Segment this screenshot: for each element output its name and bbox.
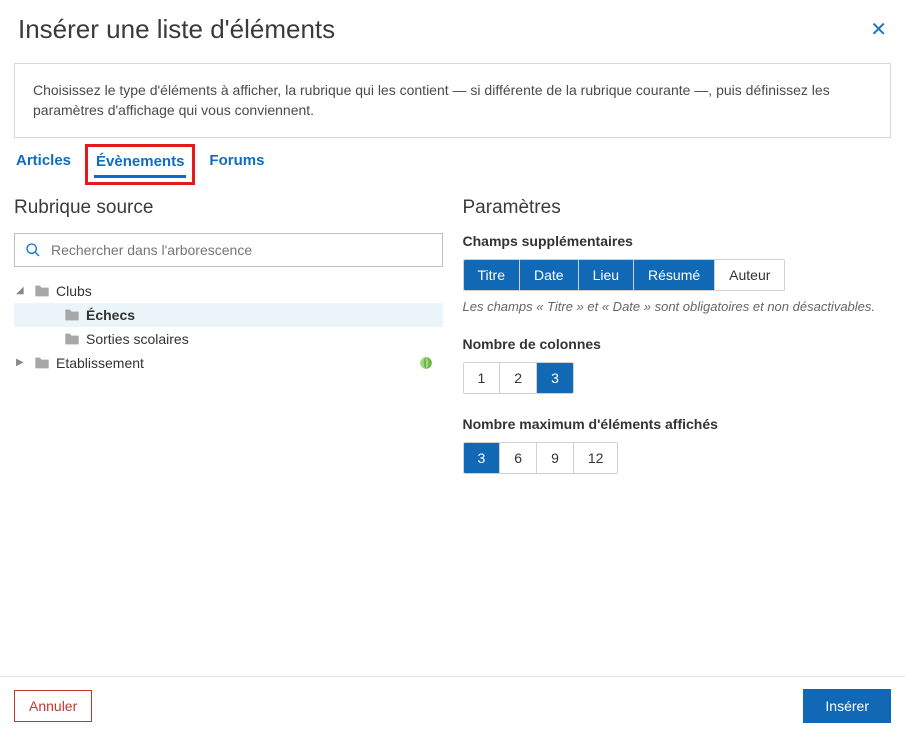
highlight-annotation: Évènements — [85, 144, 195, 185]
folder-icon — [34, 356, 50, 370]
max-items-group: 3 6 9 12 — [463, 442, 619, 474]
max-9[interactable]: 9 — [537, 443, 574, 473]
field-auteur[interactable]: Auteur — [715, 260, 784, 290]
columns-label: Nombre de colonnes — [463, 336, 892, 352]
tree-label: Échecs — [86, 307, 135, 323]
fields-hint: Les champs « Titre » et « Date » sont ob… — [463, 299, 892, 314]
fields-group: Titre Date Lieu Résumé Auteur — [463, 259, 786, 291]
columns-group: 1 2 3 — [463, 362, 574, 394]
folder-icon — [64, 332, 80, 346]
tree-label: Clubs — [56, 283, 92, 299]
columns-1[interactable]: 1 — [464, 363, 501, 393]
cancel-button[interactable]: Annuler — [14, 690, 92, 722]
max-items-label: Nombre maximum d'éléments affichés — [463, 416, 892, 432]
insert-button[interactable]: Insérer — [803, 689, 891, 723]
collapse-icon[interactable]: ◢ — [16, 285, 28, 296]
max-12[interactable]: 12 — [574, 443, 618, 473]
field-lieu[interactable]: Lieu — [579, 260, 634, 290]
search-icon — [25, 242, 41, 258]
tree-label: Sorties scolaires — [86, 331, 189, 347]
close-icon[interactable]: ✕ — [870, 17, 887, 42]
info-message: Choisissez le type d'éléments à afficher… — [14, 63, 891, 138]
tree-label: Etablissement — [56, 355, 144, 371]
params-section-title: Paramètres — [463, 197, 892, 219]
source-section-title: Rubrique source — [14, 197, 443, 219]
folder-icon — [34, 284, 50, 298]
columns-2[interactable]: 2 — [500, 363, 537, 393]
dialog-footer: Annuler Insérer — [0, 676, 905, 735]
rubrique-tree: ◢ Clubs Échecs Sorties scolaires ▶ Etabl… — [14, 279, 443, 375]
globe-icon — [419, 356, 433, 370]
tab-forums[interactable]: Forums — [207, 148, 266, 185]
max-6[interactable]: 6 — [500, 443, 537, 473]
field-date[interactable]: Date — [520, 260, 579, 290]
tree-search-input[interactable] — [51, 242, 432, 258]
max-3[interactable]: 3 — [464, 443, 501, 473]
tree-item-sorties[interactable]: Sorties scolaires — [14, 327, 443, 351]
tab-articles[interactable]: Articles — [14, 148, 73, 185]
tree-item-echecs[interactable]: Échecs — [14, 303, 443, 327]
tree-item-clubs[interactable]: ◢ Clubs — [14, 279, 443, 303]
folder-icon — [64, 308, 80, 322]
dialog-title: Insérer une liste d'éléments — [18, 14, 335, 45]
fields-label: Champs supplémentaires — [463, 233, 892, 249]
columns-3[interactable]: 3 — [537, 363, 573, 393]
field-resume[interactable]: Résumé — [634, 260, 715, 290]
tree-item-etablissement[interactable]: ▶ Etablissement — [14, 351, 443, 375]
expand-icon[interactable]: ▶ — [16, 357, 28, 368]
field-titre[interactable]: Titre — [464, 260, 520, 290]
content-type-tabs: Articles Évènements Forums — [14, 148, 891, 185]
tab-evenements[interactable]: Évènements — [94, 149, 186, 178]
search-box — [14, 233, 443, 267]
